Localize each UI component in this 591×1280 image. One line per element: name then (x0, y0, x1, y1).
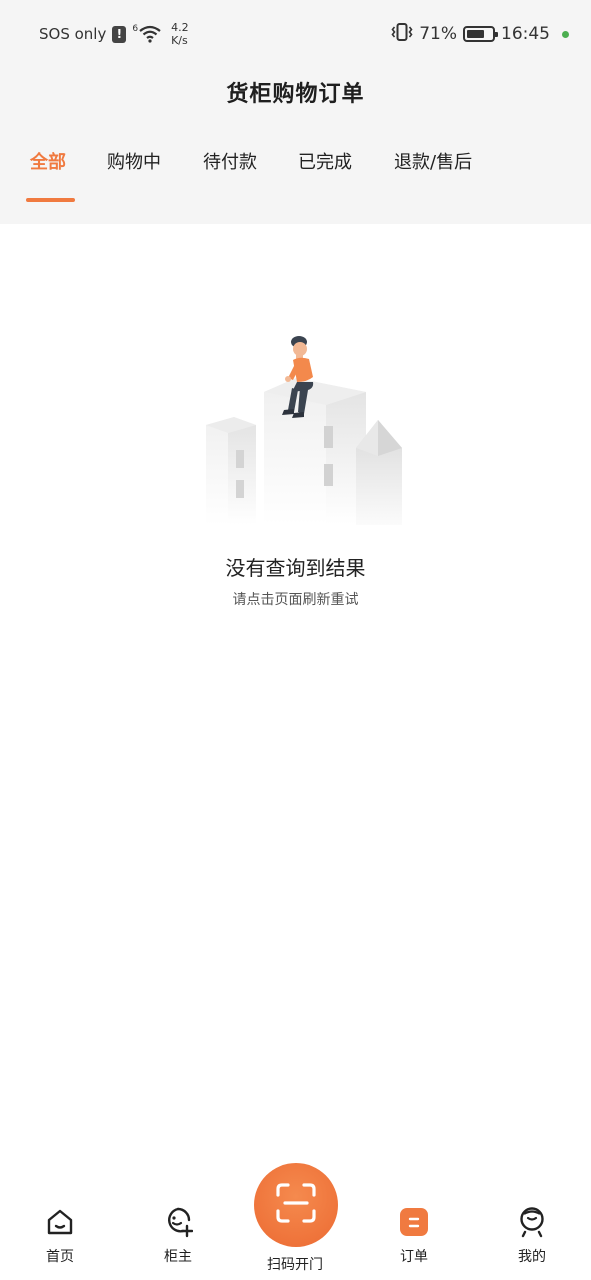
vibrate-icon (391, 22, 413, 47)
page-title: 货柜购物订单 (226, 82, 365, 107)
network-gen-text: 6 (132, 24, 139, 34)
scan-open-door-label[interactable]: 扫码开门 (245, 1254, 345, 1274)
net-speed-value: 4.2 (171, 21, 189, 34)
order-tabs: 全部 购物中 待付款 已完成 退款/售后 (0, 148, 591, 208)
nav-owner[interactable]: 柜主 (138, 1206, 218, 1276)
nav-home[interactable]: 首页 (20, 1206, 100, 1276)
status-right: 71% 16:45 (391, 20, 569, 48)
status-left: SOS only ! 6 4.2 K/s (39, 20, 189, 48)
home-icon (45, 1206, 75, 1238)
tab-all[interactable]: 全部 (30, 148, 66, 174)
tab-completed[interactable]: 已完成 (298, 148, 352, 174)
order-icon (399, 1206, 429, 1238)
tab-refund[interactable]: 退款/售后 (394, 148, 472, 174)
alert-icon: ! (112, 25, 127, 43)
owner-icon (163, 1206, 193, 1238)
net-speed-unit: K/s (171, 34, 188, 47)
battery-fill (467, 30, 485, 38)
status-bar: SOS only ! 6 4.2 K/s 71% 16:45 (0, 0, 591, 66)
nav-profile-label: 我的 (518, 1249, 546, 1265)
nav-profile[interactable]: 我的 (492, 1206, 572, 1276)
nav-orders[interactable]: 订单 (374, 1206, 454, 1276)
tab-shopping[interactable]: 购物中 (107, 148, 161, 174)
nav-owner-label: 柜主 (164, 1249, 192, 1265)
profile-icon (517, 1206, 547, 1238)
scan-icon (274, 1181, 318, 1229)
battery-percent: 71% (419, 24, 457, 44)
nav-orders-label: 订单 (400, 1249, 428, 1265)
empty-state-subtitle[interactable]: 请点击页面刷新重试 (0, 589, 591, 609)
status-dot-icon (562, 30, 569, 38)
tab-active-indicator (26, 198, 75, 202)
nav-home-label: 首页 (46, 1249, 74, 1265)
clock-text: 16:45 (501, 24, 550, 44)
empty-state-title: 没有查询到结果 (225, 556, 366, 580)
wifi-icon: 6 (132, 25, 161, 43)
carrier-text: SOS only (39, 25, 107, 43)
empty-state-illustration (196, 330, 408, 530)
scan-open-door-button[interactable] (254, 1163, 338, 1247)
tab-pending-payment[interactable]: 待付款 (203, 148, 257, 174)
battery-icon (463, 26, 498, 42)
net-speed: 4.2 K/s (171, 21, 189, 47)
